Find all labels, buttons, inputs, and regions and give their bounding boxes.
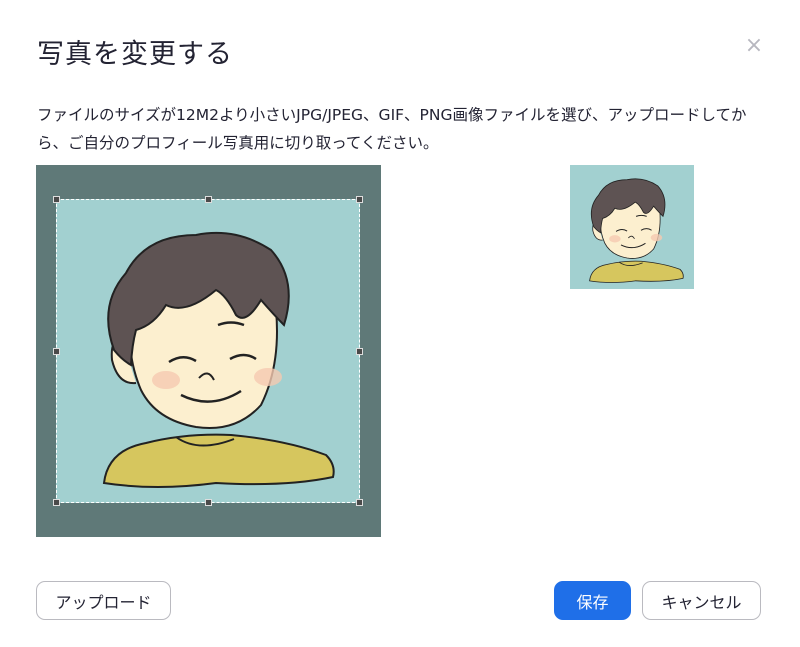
cancel-button[interactable]: キャンセル [642, 581, 761, 620]
crop-area[interactable] [36, 165, 381, 537]
dialog-title: 写真を変更する [37, 39, 233, 70]
preview-image [570, 165, 694, 289]
change-photo-dialog: 写真を変更する × ファイルのサイズが12M2より小さいJPG/JPEG、GIF… [0, 0, 800, 647]
crop-selection-box[interactable] [53, 196, 363, 506]
resize-handle-right[interactable] [356, 348, 363, 355]
close-icon[interactable]: × [742, 34, 766, 58]
resize-handle-top-right[interactable] [356, 196, 363, 203]
resize-handle-bottom-right[interactable] [356, 499, 363, 506]
resize-handle-left[interactable] [53, 348, 60, 355]
resize-handle-bottom-left[interactable] [53, 499, 60, 506]
dialog-description: ファイルのサイズが12M2より小さいJPG/JPEG、GIF、PNG画像ファイル… [37, 106, 747, 152]
save-button[interactable]: 保存 [554, 581, 631, 620]
photo-preview [570, 165, 694, 289]
resize-handle-top[interactable] [205, 196, 212, 203]
resize-handle-top-left[interactable] [53, 196, 60, 203]
upload-button[interactable]: アップロード [36, 581, 171, 620]
resize-handle-bottom[interactable] [205, 499, 212, 506]
